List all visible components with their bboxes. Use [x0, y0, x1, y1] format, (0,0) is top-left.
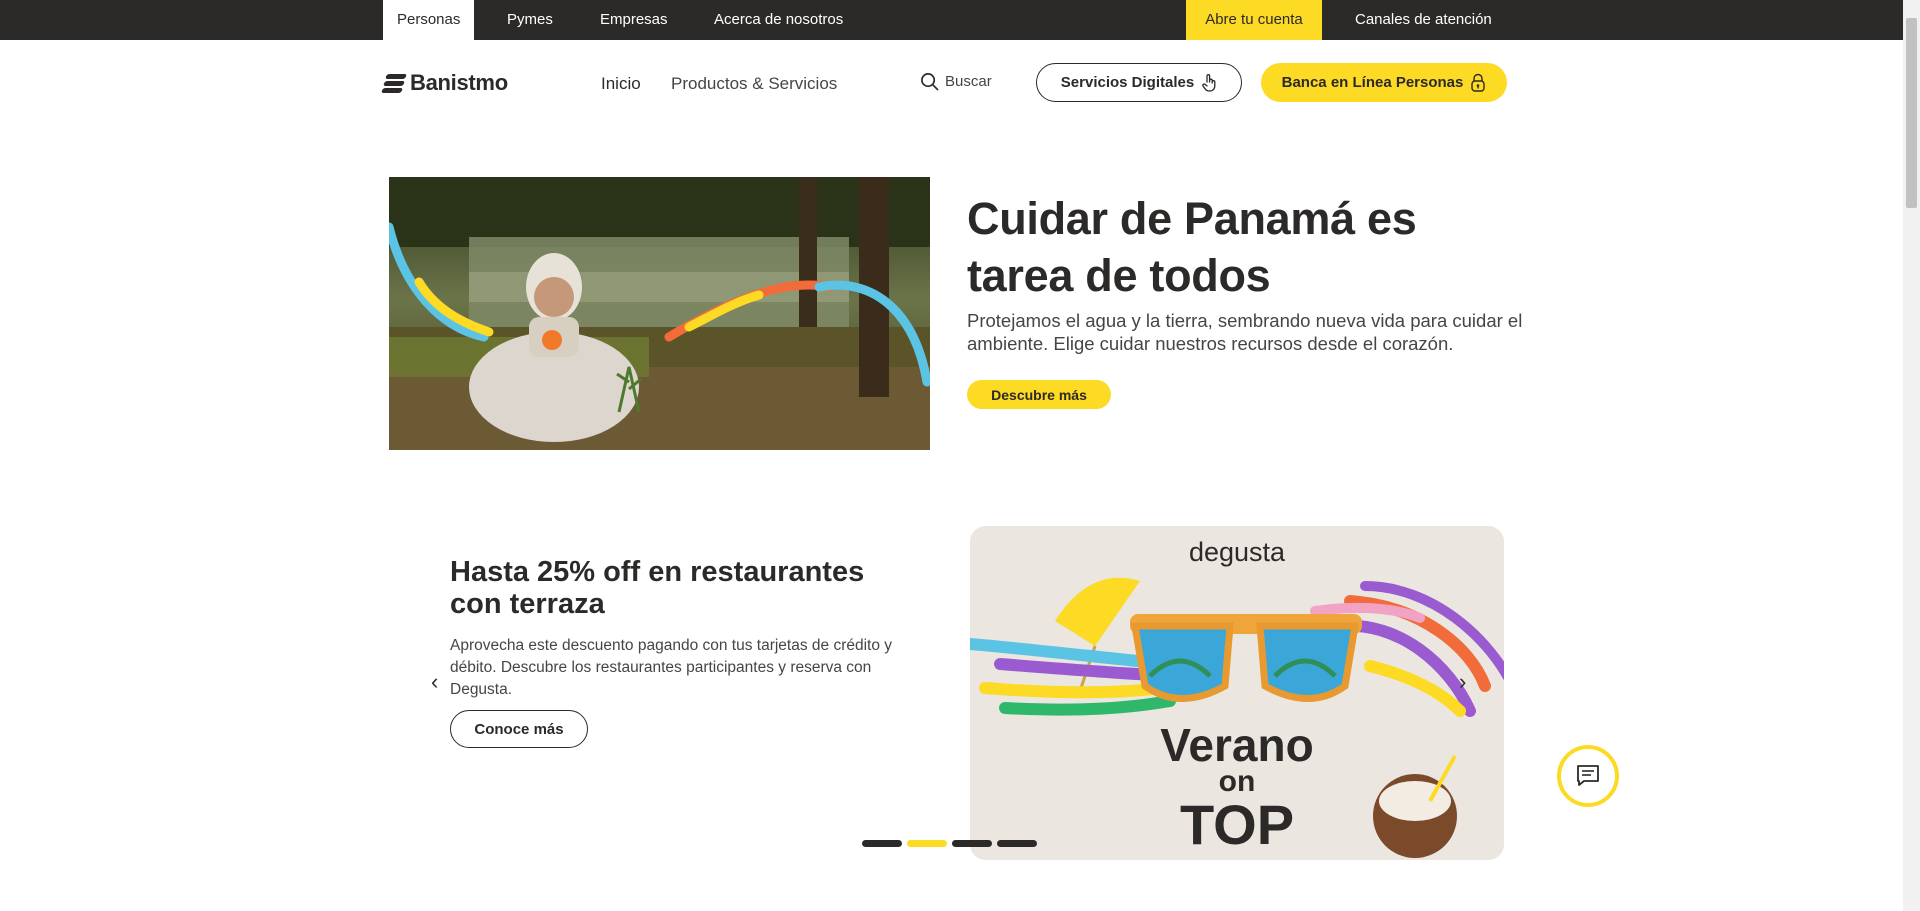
carousel-dot-2[interactable]: [907, 840, 947, 847]
promo-description: Aprovecha este descuento pagando con tus…: [450, 637, 893, 698]
top-text: TOP: [1180, 793, 1294, 856]
hero-description: Protejamos el agua y la tierra, sembrand…: [967, 310, 1523, 354]
search-button[interactable]: Buscar: [920, 72, 992, 91]
carousel-prev-arrow[interactable]: ‹: [431, 669, 438, 695]
carousel-dot-4[interactable]: [997, 840, 1037, 847]
learn-more-button[interactable]: Conoce más: [450, 710, 588, 748]
online-banking-button[interactable]: Banca en Línea Personas: [1261, 63, 1507, 102]
promo-title: Hasta 25% off en restaurantes con terraz…: [450, 556, 865, 620]
digital-services-label: Servicios Digitales: [1060, 74, 1195, 91]
top-utility-bar: Personas Pymes Empresas Acerca de nosotr…: [0, 0, 1903, 40]
nav-inicio[interactable]: Inicio: [601, 74, 641, 94]
service-channels-link[interactable]: Canales de atención: [1341, 0, 1506, 40]
open-account-button[interactable]: Abre tu cuenta: [1186, 0, 1322, 40]
segment-pymes-tab[interactable]: Pymes: [493, 0, 567, 40]
hero-image: [389, 177, 930, 450]
nav-productos-servicios[interactable]: Productos & Servicios: [671, 74, 837, 94]
about-us-link[interactable]: Acerca de nosotros: [700, 0, 857, 40]
online-banking-label: Banca en Línea Personas: [1281, 74, 1464, 91]
carousel-dot-3[interactable]: [952, 840, 992, 847]
digital-services-button[interactable]: Servicios Digitales: [1036, 63, 1242, 102]
lock-icon: [1471, 73, 1486, 92]
banistmo-logo[interactable]: Banistmo: [380, 70, 508, 96]
promo-image: degusta Verano on TOP: [970, 526, 1504, 860]
segment-personas-tab[interactable]: Personas: [383, 0, 475, 40]
segment-empresas-tab[interactable]: Empresas: [586, 0, 682, 40]
carousel-indicators: [862, 840, 1037, 847]
banistmo-logo-icon: [380, 72, 408, 94]
discover-more-button[interactable]: Descubre más: [967, 380, 1111, 409]
pointer-hand-icon: [1202, 73, 1216, 92]
scrollbar-thumb[interactable]: [1906, 18, 1917, 208]
search-icon: [921, 73, 939, 91]
chat-button[interactable]: [1557, 745, 1619, 807]
search-label: Buscar: [945, 73, 992, 90]
carousel-next-arrow[interactable]: ›: [1459, 669, 1466, 695]
verano-text: Verano: [1160, 719, 1313, 771]
hero-title: Cuidar de Panamá es tarea de todos: [967, 193, 1417, 301]
degusta-brand-text: degusta: [1189, 537, 1286, 567]
carousel-dot-1[interactable]: [862, 840, 902, 847]
logo-wordmark: Banistmo: [410, 70, 508, 95]
chat-icon: [1577, 765, 1599, 786]
